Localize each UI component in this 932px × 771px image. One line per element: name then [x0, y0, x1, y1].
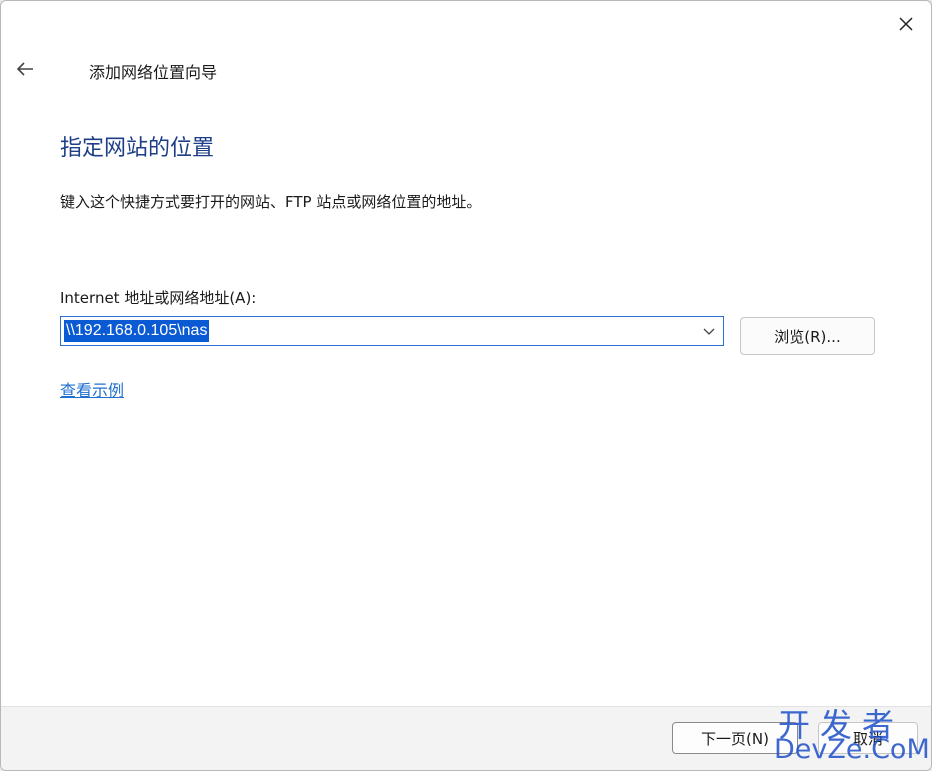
view-examples-link[interactable]: 查看示例	[60, 377, 124, 401]
address-dropdown-button[interactable]	[701, 324, 717, 340]
instruction-text: 键入这个快捷方式要打开的网站、FTP 站点或网络位置的地址。	[60, 193, 482, 211]
close-button[interactable]	[891, 9, 921, 39]
chevron-down-icon	[703, 328, 715, 335]
next-button[interactable]: 下一页(N)	[672, 722, 798, 754]
address-field-label: Internet 地址或网络地址(A):	[60, 289, 257, 307]
add-network-location-wizard-window: 添加网络位置向导 指定网站的位置 键入这个快捷方式要打开的网站、FTP 站点或网…	[0, 0, 932, 771]
cancel-button[interactable]: 取消	[818, 722, 918, 754]
wizard-title: 添加网络位置向导	[89, 63, 218, 82]
browse-button[interactable]: 浏览(R)...	[740, 317, 875, 355]
address-combobox[interactable]: \\192.168.0.105\nas	[60, 316, 724, 346]
address-input[interactable]: \\192.168.0.105\nas	[64, 320, 210, 342]
page-heading: 指定网站的位置	[60, 136, 215, 161]
back-button[interactable]	[11, 55, 39, 83]
back-arrow-icon	[16, 62, 33, 76]
wizard-footer: 下一页(N) 取消	[1, 706, 931, 770]
close-icon	[899, 17, 913, 31]
